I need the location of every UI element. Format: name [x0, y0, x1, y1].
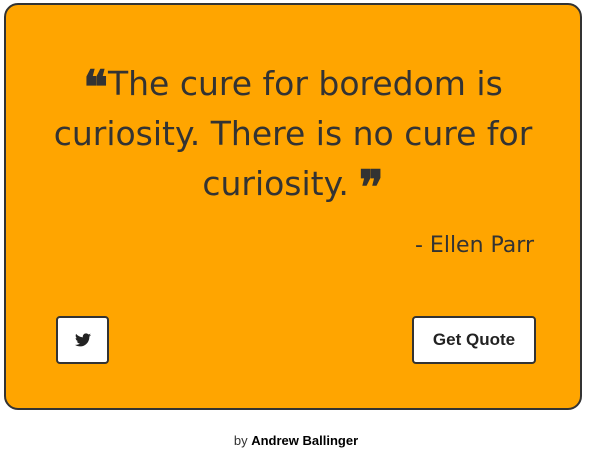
quote-text-block: ❝The cure for boredom is curiosity. Ther…: [53, 60, 533, 214]
twitter-icon: [74, 333, 91, 347]
credit-line: by Andrew Ballinger: [0, 433, 592, 448]
credit-author: Andrew Ballinger: [251, 433, 359, 448]
get-quote-button[interactable]: Get Quote: [412, 316, 536, 364]
quote-card: ❝The cure for boredom is curiosity. Ther…: [4, 3, 582, 410]
tweet-button[interactable]: [56, 316, 109, 364]
quote-author: - Ellen Parr: [415, 233, 534, 258]
quote-text: The cure for boredom is curiosity. There…: [53, 64, 533, 203]
credit-prefix: by: [233, 433, 248, 448]
